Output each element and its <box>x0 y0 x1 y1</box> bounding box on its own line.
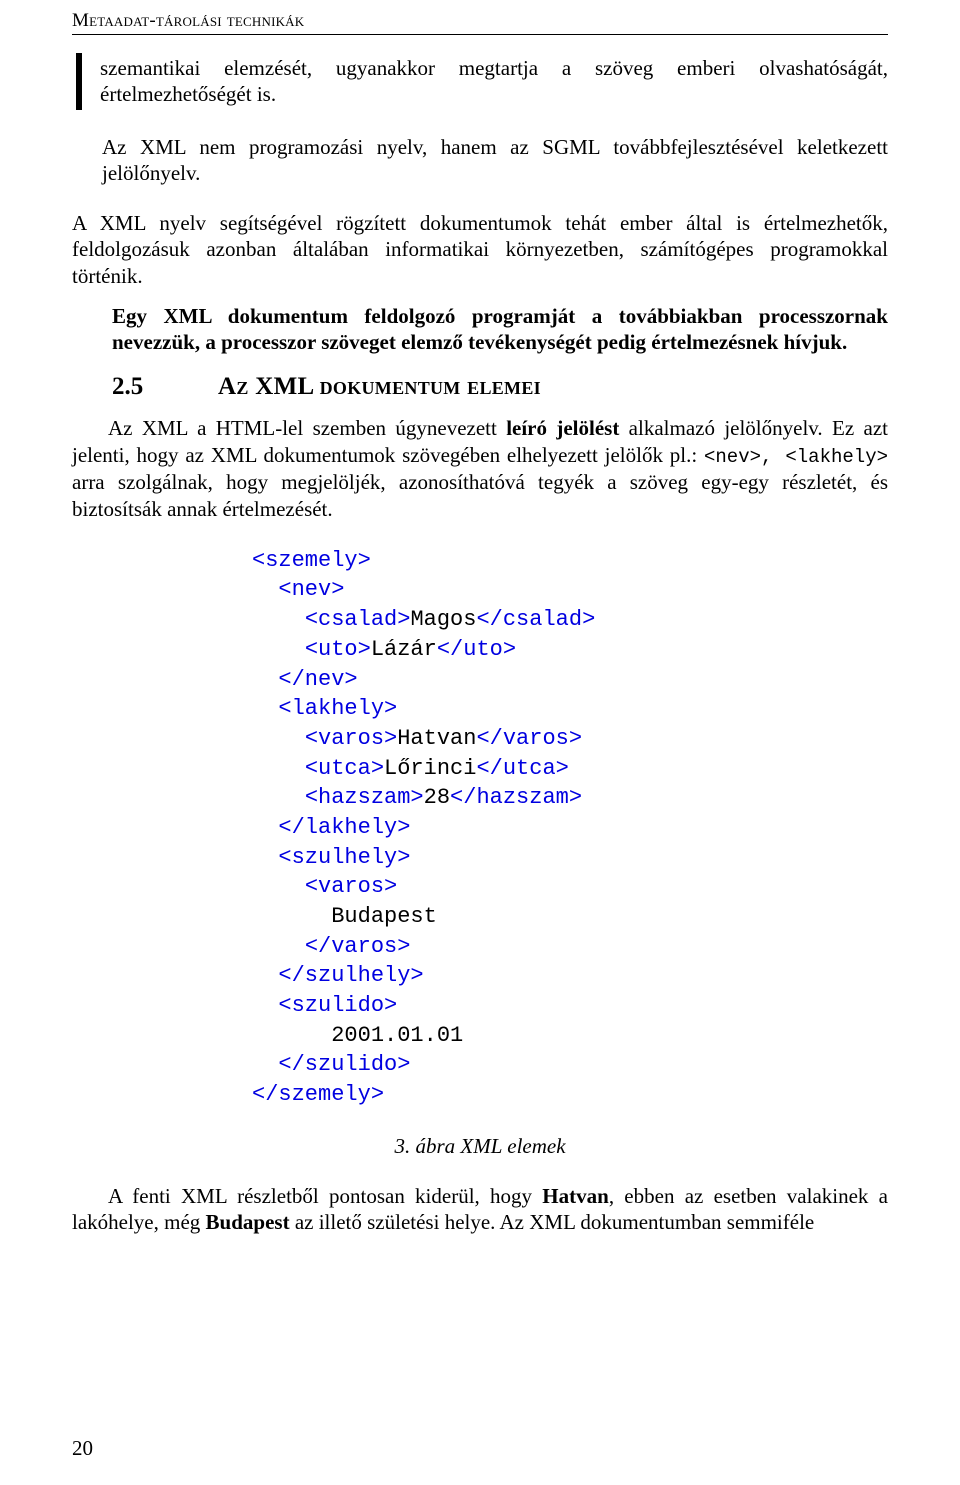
body-paragraph-3: A fenti XML részletből pontosan kiderül,… <box>72 1183 888 1236</box>
page-content: Metaadat-tárolási technikák szemantikai … <box>0 0 960 1235</box>
code-indent <box>252 845 278 870</box>
code-tag: <utca> <box>305 756 384 781</box>
code-tag: <varos> <box>305 726 397 751</box>
heading-title: Az XML dokumentum elemei <box>218 373 541 401</box>
code-text: Lőrinci <box>384 756 476 781</box>
code-indent <box>252 696 278 721</box>
callout-bar-block: szemantikai elemzését, ugyanakkor megtar… <box>76 53 888 110</box>
body-paragraph-bold: Egy XML dokumentum feldolgozó programját… <box>72 303 888 356</box>
code-tag: <varos> <box>305 874 397 899</box>
code-text: Lázár <box>371 637 437 662</box>
inline-code: <lakhely> <box>785 446 888 468</box>
code-tag: <hazszam> <box>305 785 424 810</box>
section-heading: 2.5 Az XML dokumentum elemei <box>72 373 888 401</box>
code-tag: </utca> <box>476 756 568 781</box>
heading-number: 2.5 <box>72 373 218 401</box>
code-text: Magos <box>410 607 476 632</box>
code-tag: </varos> <box>305 934 411 959</box>
code-indent <box>252 785 305 810</box>
body-paragraph-2: Az XML a HTML-lel szemben úgynevezett le… <box>72 415 888 522</box>
code-tag: <lakhely> <box>278 696 397 721</box>
code-indent <box>252 815 278 840</box>
code-text: Hatvan <box>397 726 476 751</box>
code-tag: </szulhely> <box>278 963 423 988</box>
bold-span: Budapest <box>206 1210 290 1234</box>
code-tag: <nev> <box>278 577 344 602</box>
code-indent <box>252 726 305 751</box>
inline-code: <nev> <box>704 446 761 468</box>
text-span: az illető születési helye. Az XML dokume… <box>290 1210 815 1234</box>
code-tag: </szemely> <box>252 1082 384 1107</box>
running-head: Metaadat-tárolási technikák <box>72 10 888 35</box>
code-tag: </szulido> <box>278 1052 410 1077</box>
code-indent <box>252 1023 331 1048</box>
code-text: 2001.01.01 <box>331 1023 463 1048</box>
callout-indent-block: Az XML nem programozási nyelv, hanem az … <box>76 132 888 189</box>
page-number: 20 <box>72 1436 93 1461</box>
code-tag: <uto> <box>305 637 371 662</box>
code-indent <box>252 993 278 1018</box>
inline-code-sep: , <box>761 446 785 468</box>
code-indent <box>252 607 305 632</box>
code-tag: <szulido> <box>278 993 397 1018</box>
code-indent <box>252 637 305 662</box>
code-tag: <csalad> <box>305 607 411 632</box>
code-text: 28 <box>424 785 450 810</box>
code-indent <box>252 1052 278 1077</box>
figure-caption: 3. ábra XML elemek <box>72 1134 888 1159</box>
code-text: Budapest <box>331 904 437 929</box>
code-tag: </csalad> <box>476 607 595 632</box>
code-indent <box>252 963 278 988</box>
code-tag: </lakhely> <box>278 815 410 840</box>
text-span: A fenti XML részletből pontosan kiderül,… <box>108 1184 542 1208</box>
code-tag: </uto> <box>437 637 516 662</box>
code-tag: </varos> <box>476 726 582 751</box>
code-indent <box>252 667 278 692</box>
code-tag: </hazszam> <box>450 785 582 810</box>
code-tag: </nev> <box>278 667 357 692</box>
code-indent <box>252 904 331 929</box>
bold-span: leíró jelölést <box>506 416 619 440</box>
text-span: Az XML a HTML-lel szemben úgynevezett <box>108 416 506 440</box>
code-indent <box>252 577 278 602</box>
code-indent <box>252 934 305 959</box>
bold-span: Hatvan <box>542 1184 609 1208</box>
text-span: arra szolgálnak, hogy megjelöljék, azono… <box>72 470 888 520</box>
xml-code-block: <szemely> <nev> <csalad>Magos</csalad> <… <box>252 546 888 1110</box>
code-indent <box>252 756 305 781</box>
body-paragraph-1: A XML nyelv segítségével rögzített dokum… <box>72 210 888 289</box>
code-indent <box>252 874 305 899</box>
code-tag: <szemely> <box>252 548 371 573</box>
code-tag: <szulhely> <box>278 845 410 870</box>
